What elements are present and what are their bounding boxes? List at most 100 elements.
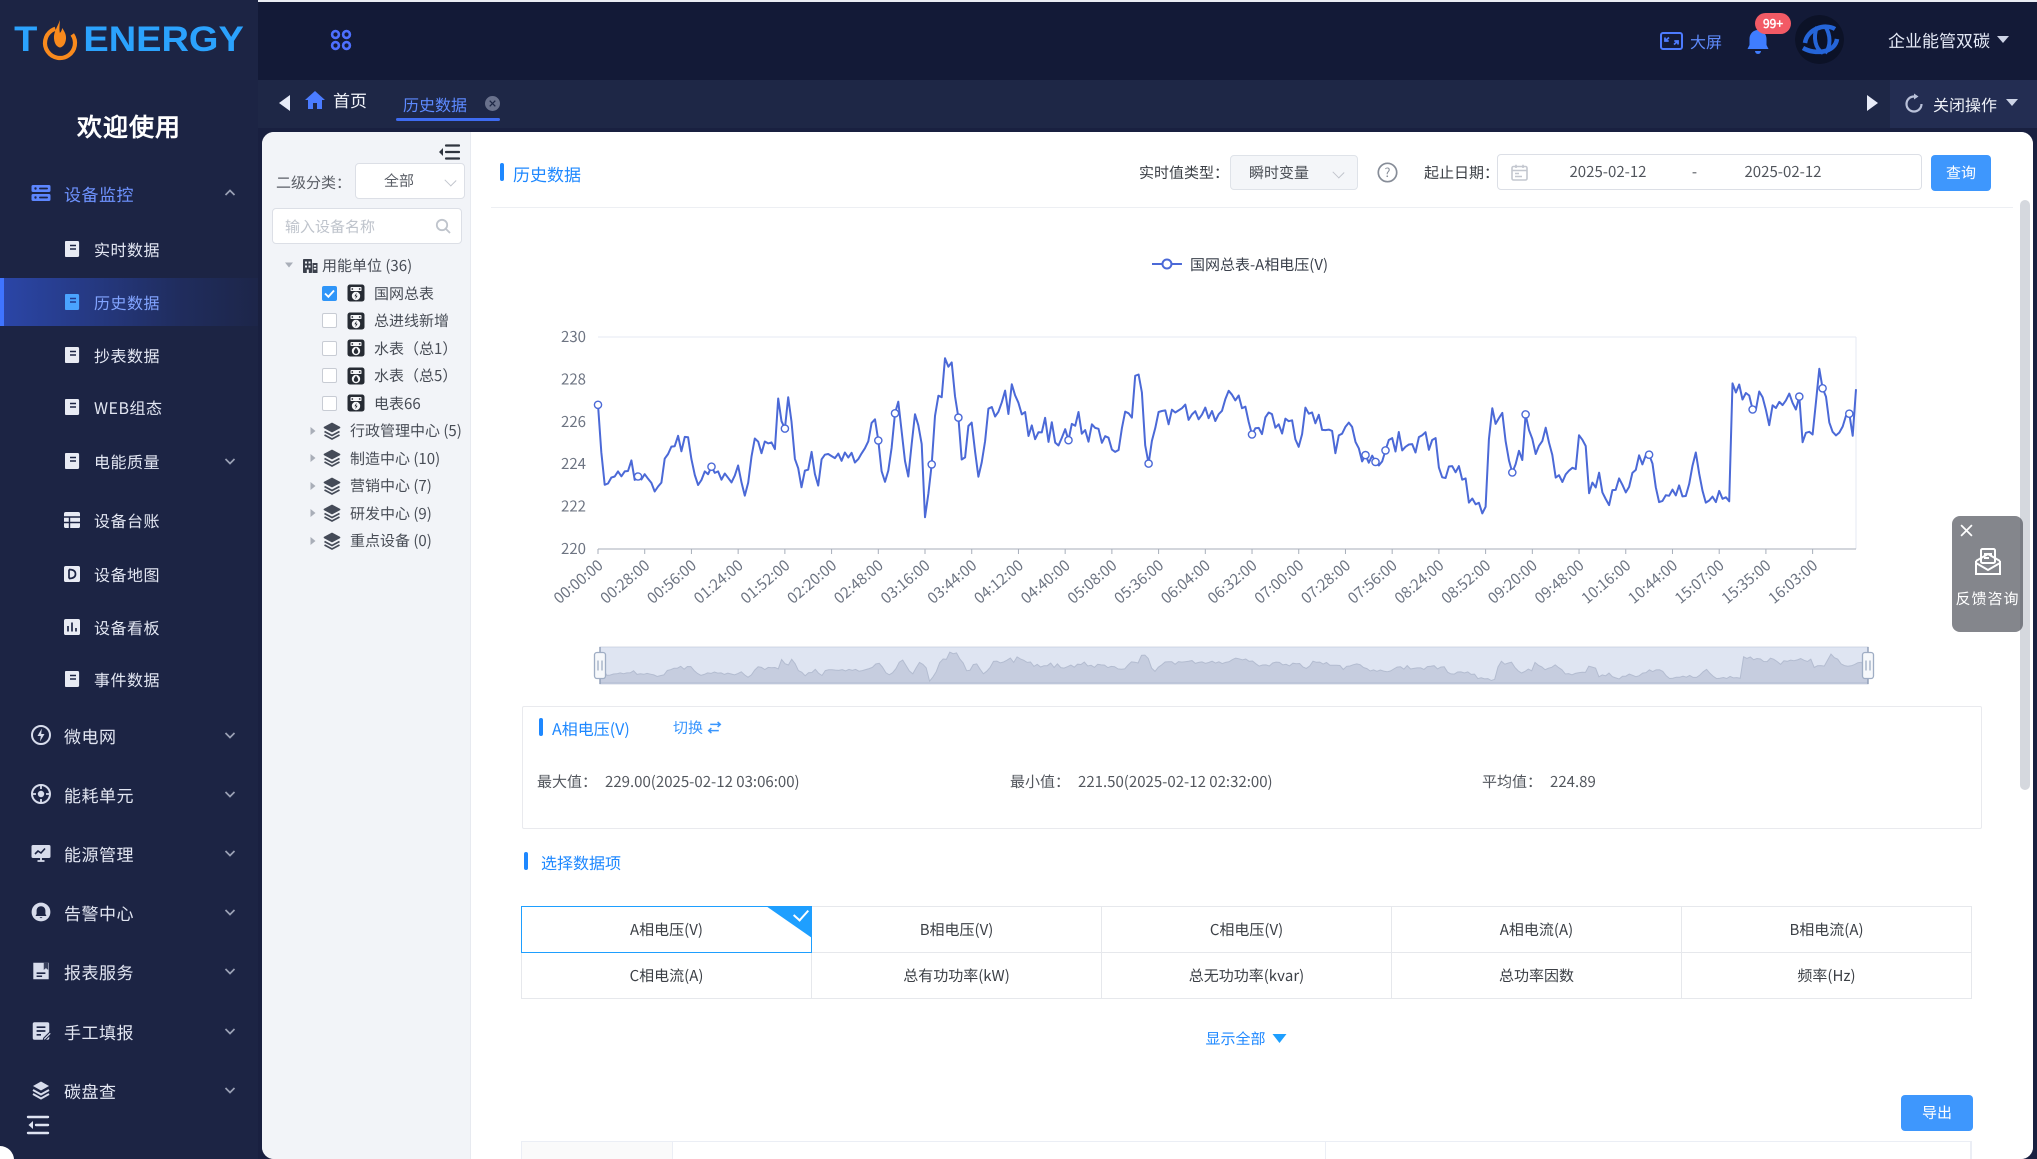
tree-node-group[interactable]: 重点设备 (0) xyxy=(262,527,471,554)
show-all-link[interactable]: 显示全部 xyxy=(1205,1027,1286,1049)
sidebar-item-energy-management[interactable]: 能源管理 xyxy=(0,829,258,877)
tree-node-group[interactable]: 研发中心 (9) xyxy=(262,500,471,527)
realtime-type-select[interactable]: 瞬时变量 xyxy=(1230,155,1358,190)
org-caret-icon[interactable] xyxy=(1997,36,2009,43)
tab-home[interactable]: 首页 xyxy=(333,88,367,112)
data-item-option[interactable]: C相电压(V) xyxy=(1101,906,1392,953)
caret-right-icon[interactable] xyxy=(308,536,318,546)
tree-node-root[interactable]: 用能单位 (36) xyxy=(262,252,471,279)
sidebar-subitem-event-data[interactable]: 事件数据 xyxy=(0,655,258,703)
checkbox[interactable] xyxy=(322,341,337,356)
sidebar-subitem-web-scada[interactable]: WEB组态 xyxy=(0,383,258,431)
sidebar-item-manual-filling[interactable]: 手工填报 xyxy=(0,1007,258,1055)
main-scrollbar-thumb[interactable] xyxy=(2020,200,2030,790)
home-icon[interactable] xyxy=(303,88,327,112)
data-item-option[interactable]: A相电压(V) xyxy=(521,906,812,953)
date-range-picker[interactable]: 2025-02-12 - 2025-02-12 xyxy=(1497,154,1922,190)
tree-node-device[interactable]: 电表66 xyxy=(262,390,471,417)
caret-down-icon[interactable] xyxy=(284,260,294,270)
date-start[interactable]: 2025-02-12 xyxy=(1538,155,1678,189)
sidebar-item-carbon-inventory[interactable]: 碳盘查 xyxy=(0,1066,258,1114)
tabs-scroll-left-icon[interactable] xyxy=(279,95,290,111)
data-item-option[interactable]: A相电流(A) xyxy=(1391,906,1682,953)
sidebar-subitem-power-quality[interactable]: 电能质量 xyxy=(0,437,258,485)
tree-node-device[interactable]: 水表（总1） xyxy=(262,335,471,362)
caret-right-icon[interactable] xyxy=(308,453,318,463)
tree-node-device[interactable]: 水表（总5） xyxy=(262,362,471,389)
data-item-label: 总有功功率(kW) xyxy=(903,965,1010,986)
sidebar-item-energy-consumption-unit[interactable]: 能耗单元 xyxy=(0,770,258,818)
category-select[interactable]: 全部 xyxy=(355,163,465,199)
search-icon[interactable] xyxy=(435,218,451,234)
big-screen-button[interactable]: 大屏 xyxy=(1660,29,1722,53)
tab-close-icon[interactable] xyxy=(485,96,500,111)
data-item-option[interactable]: B相电压(V) xyxy=(811,906,1102,953)
query-button[interactable]: 查询 xyxy=(1931,155,1991,191)
data-item-option[interactable]: 总有功功率(kW) xyxy=(811,952,1102,999)
sidebar-subitem-realtime-data[interactable]: 实时数据 xyxy=(0,225,258,273)
tree-node-device[interactable]: 国网总表 xyxy=(262,280,471,307)
data-item-option[interactable]: 总功率因数 xyxy=(1391,952,1682,999)
tab-history-data[interactable]: 历史数据 xyxy=(396,80,500,128)
checkbox[interactable] xyxy=(322,286,337,301)
sidebar-item-label: 能源管理 xyxy=(64,841,134,866)
chevron-down-icon xyxy=(224,1025,236,1037)
x-axis-label: 04:12:00 xyxy=(970,555,1028,609)
tree-node-group[interactable]: 行政管理中心 (5) xyxy=(262,417,471,444)
refresh-icon[interactable] xyxy=(1903,93,1925,115)
datazoom-handle-left[interactable] xyxy=(595,647,606,684)
datazoom-handle-right[interactable] xyxy=(1863,647,1874,684)
tree-node-group[interactable]: 营销中心 (7) xyxy=(262,472,471,499)
tree-node-device[interactable]: 总进线新增 xyxy=(262,307,471,334)
category-label: 二级分类： xyxy=(276,172,351,193)
sidebar-item-report-service[interactable]: 报表服务 xyxy=(0,947,258,995)
series-point-marker xyxy=(1846,410,1853,417)
sidebar-item-microgrid[interactable]: 微电网 xyxy=(0,711,258,759)
sidebar-item-device-monitoring[interactable]: 设备监控 xyxy=(0,169,258,217)
caret-right-icon[interactable] xyxy=(308,426,318,436)
close-icon[interactable] xyxy=(1960,524,1973,537)
sidebar-subitem-device-map[interactable]: 设备地图 xyxy=(0,550,258,598)
close-operations-caret-icon[interactable] xyxy=(2006,99,2018,106)
stats-title: A相电压(V) xyxy=(552,716,630,740)
sidebar-subitem-history-data[interactable]: 历史数据 xyxy=(0,278,258,326)
layers-icon xyxy=(322,476,342,496)
tree-collapse-icon[interactable] xyxy=(438,141,460,163)
checkbox[interactable] xyxy=(322,368,337,383)
feedback-widget[interactable]: 反馈咨询 xyxy=(1952,516,2023,632)
tabs-scroll-right-icon[interactable] xyxy=(1867,95,1878,111)
sidebar-subitem-meter-reading-data[interactable]: 抄表数据 xyxy=(0,331,258,379)
date-end[interactable]: 2025-02-12 xyxy=(1713,155,1853,189)
tree-node-group[interactable]: 制造中心 (10) xyxy=(262,445,471,472)
x-axis-label: 15:35:00 xyxy=(1717,555,1775,609)
sidebar-item-label: 微电网 xyxy=(64,723,117,748)
sidebar-item-alarm-center[interactable]: 告警中心 xyxy=(0,888,258,936)
data-item-option[interactable]: B相电流(A) xyxy=(1681,906,1972,953)
bottom-table: 国网总表-A相电压(V) xyxy=(521,1141,1972,1159)
x-axis-label: 10:44:00 xyxy=(1624,555,1682,609)
x-axis-label: 07:00:00 xyxy=(1250,555,1308,609)
checkbox[interactable] xyxy=(322,313,337,328)
data-item-option[interactable]: 总无功功率(kvar) xyxy=(1101,952,1392,999)
export-button[interactable]: 导出 xyxy=(1901,1095,1973,1131)
sidebar-fold-icon[interactable] xyxy=(26,1113,50,1137)
sidebar-subitem-device-ledger[interactable]: 设备台账 xyxy=(0,496,258,544)
org-menu[interactable]: 企业能管双碳 xyxy=(1888,28,1990,52)
x-axis-label: 06:04:00 xyxy=(1156,555,1214,609)
switch-link[interactable]: 切换 xyxy=(673,717,722,738)
caret-right-icon[interactable] xyxy=(308,508,318,518)
close-operations-menu[interactable]: 关闭操作 xyxy=(1933,92,1997,116)
avatar[interactable] xyxy=(1795,15,1844,64)
energyunit-icon xyxy=(30,783,52,805)
device-search-input[interactable] xyxy=(285,209,425,243)
apps-grid-icon[interactable] xyxy=(329,28,353,52)
tree-node-label: 营销中心 (7) xyxy=(350,475,432,496)
y-axis-label: 222 xyxy=(561,496,586,517)
line-chart[interactable]: 22022222422622823000:00:0000:28:0000:56:… xyxy=(480,240,1940,700)
help-icon[interactable]: ? xyxy=(1377,162,1398,183)
data-item-option[interactable]: C相电流(A) xyxy=(521,952,812,999)
caret-right-icon[interactable] xyxy=(308,481,318,491)
checkbox[interactable] xyxy=(322,396,337,411)
data-item-option[interactable]: 频率(Hz) xyxy=(1681,952,1972,999)
sidebar-subitem-device-board[interactable]: 设备看板 xyxy=(0,603,258,651)
